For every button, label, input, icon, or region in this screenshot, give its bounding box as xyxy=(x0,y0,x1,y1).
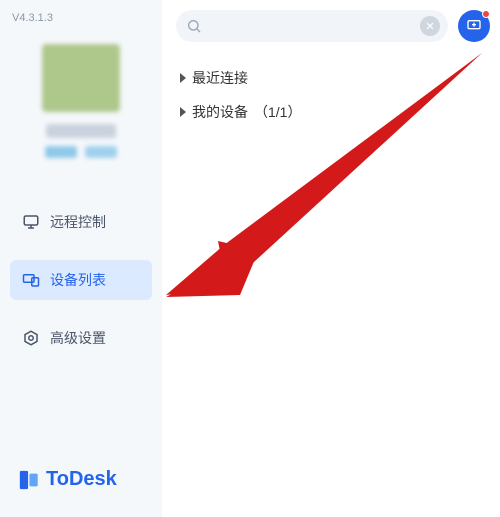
profile-chip xyxy=(45,146,77,158)
main-panel: 最近连接 我的设备 （1/1） xyxy=(162,0,500,517)
devices-icon xyxy=(22,271,40,289)
tree-item-label: 最近连接 xyxy=(192,68,248,88)
monitor-plus-icon xyxy=(466,18,482,34)
sidebar-item-label: 远程控制 xyxy=(50,212,106,232)
profile-sub-info xyxy=(45,146,117,158)
tree-item-my-devices[interactable]: 我的设备 （1/1） xyxy=(180,102,490,122)
connect-button[interactable] xyxy=(458,10,490,42)
brand: ToDesk xyxy=(0,452,162,517)
brand-logo-icon xyxy=(18,469,40,491)
settings-hex-icon xyxy=(22,329,40,347)
tree-item-count: （1/1） xyxy=(254,102,301,122)
sidebar-item-advanced-settings[interactable]: 高级设置 xyxy=(10,318,152,358)
search-input[interactable] xyxy=(176,10,448,42)
caret-right-icon xyxy=(180,107,186,117)
tree-item-recent[interactable]: 最近连接 xyxy=(180,68,490,88)
brand-name: ToDesk xyxy=(46,468,117,491)
topbar xyxy=(176,10,490,42)
profile-block xyxy=(0,36,162,172)
profile-name-placeholder xyxy=(46,124,116,138)
tree-item-label: 我的设备 xyxy=(192,102,248,122)
clear-search-button[interactable] xyxy=(420,16,440,36)
app-root: V4.3.1.3 远程控制 设备列表 xyxy=(0,0,500,517)
notification-dot-icon xyxy=(482,10,490,18)
search-box xyxy=(176,10,448,42)
avatar[interactable] xyxy=(42,44,120,112)
monitor-icon xyxy=(22,213,40,231)
sidebar-item-label: 高级设置 xyxy=(50,328,106,348)
search-icon xyxy=(186,18,202,34)
device-tree: 最近连接 我的设备 （1/1） xyxy=(176,68,490,122)
caret-right-icon xyxy=(180,73,186,83)
sidebar-item-label: 设备列表 xyxy=(50,270,106,290)
version-label: V4.3.1.3 xyxy=(0,6,162,36)
sidebar: V4.3.1.3 远程控制 设备列表 xyxy=(0,0,162,517)
sidebar-nav: 远程控制 设备列表 高级设置 xyxy=(0,202,162,358)
sidebar-item-remote-control[interactable]: 远程控制 xyxy=(10,202,152,242)
profile-chip xyxy=(85,146,117,158)
sidebar-item-device-list[interactable]: 设备列表 xyxy=(10,260,152,300)
